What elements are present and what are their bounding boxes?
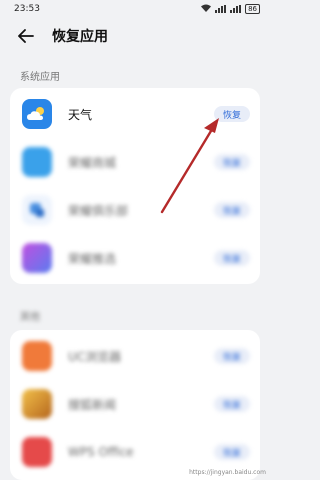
section-label-other: 其他 bbox=[20, 312, 40, 323]
page-title: 恢复应用 bbox=[52, 29, 108, 45]
uc-browser-icon bbox=[22, 341, 52, 371]
watermark: https://jingyan.baidu.com bbox=[189, 469, 266, 476]
app-name: UC浏览器 bbox=[68, 349, 122, 364]
battery-icon: 86 bbox=[245, 4, 260, 14]
header: 恢复应用 bbox=[0, 22, 270, 50]
weather-app-icon bbox=[22, 99, 52, 129]
signal-icon-2 bbox=[230, 5, 242, 13]
wps-office-icon bbox=[22, 437, 52, 467]
news-app-icon bbox=[22, 389, 52, 419]
restore-button[interactable]: 恢复 bbox=[214, 444, 250, 460]
app-name: 荣耀俱乐部 bbox=[68, 203, 129, 218]
app-row-uc: UC浏览器 恢复 bbox=[10, 332, 260, 380]
status-time: 23:53 bbox=[14, 4, 40, 14]
signal-icon bbox=[215, 5, 227, 13]
app-name: 天气 bbox=[68, 107, 93, 122]
app-name: 搜狐新闻 bbox=[68, 397, 117, 412]
system-apps-card: 天气 恢复 荣耀商城 恢复 荣耀俱乐部 恢复 荣耀推选 恢复 bbox=[10, 88, 260, 284]
section-label-system: 系统应用 bbox=[20, 72, 60, 83]
app-row-club: 荣耀俱乐部 恢复 bbox=[10, 186, 260, 234]
restore-button[interactable]: 恢复 bbox=[214, 202, 250, 218]
restore-button[interactable]: 恢复 bbox=[214, 396, 250, 412]
restore-button[interactable]: 恢复 bbox=[214, 250, 250, 266]
wifi-icon bbox=[201, 4, 212, 15]
restore-button[interactable]: 恢复 bbox=[214, 154, 250, 170]
restore-button[interactable]: 恢复 bbox=[214, 348, 250, 364]
recommend-app-icon bbox=[22, 243, 52, 273]
app-row-mall: 荣耀商城 恢复 bbox=[10, 138, 260, 186]
app-row-weather: 天气 恢复 bbox=[10, 90, 260, 138]
mall-app-icon bbox=[22, 147, 52, 177]
restore-button[interactable]: 恢复 bbox=[214, 106, 250, 122]
app-name: WPS Office bbox=[68, 445, 134, 459]
app-name: 荣耀商城 bbox=[68, 155, 117, 170]
status-icons: 86 bbox=[201, 4, 260, 15]
app-name: 荣耀推选 bbox=[68, 251, 117, 266]
other-apps-card: UC浏览器 恢复 搜狐新闻 恢复 WPS Office 恢复 bbox=[10, 330, 260, 480]
back-arrow-icon[interactable] bbox=[18, 25, 40, 47]
club-app-icon bbox=[22, 195, 52, 225]
status-bar: 23:53 86 bbox=[0, 0, 270, 18]
app-row-recommend: 荣耀推选 恢复 bbox=[10, 234, 260, 282]
app-row-news: 搜狐新闻 恢复 bbox=[10, 380, 260, 428]
